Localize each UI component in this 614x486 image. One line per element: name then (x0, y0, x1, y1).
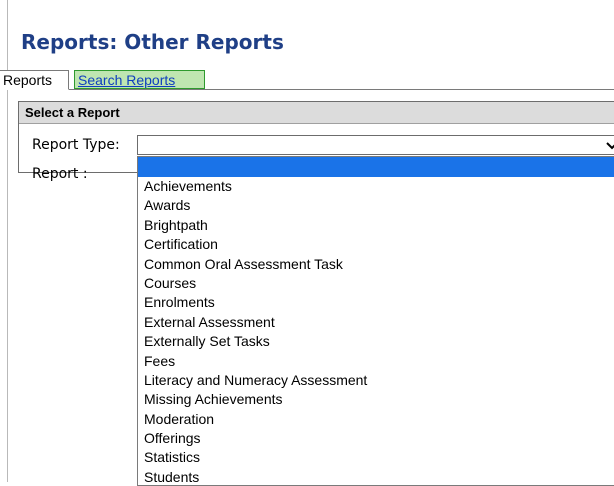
dropdown-option[interactable]: External Assessment (138, 313, 614, 332)
dropdown-option[interactable]: Moderation (138, 410, 614, 429)
panel-header: Select a Report (19, 102, 614, 124)
tab-search-reports[interactable]: Search Reports (74, 70, 205, 89)
dropdown-option[interactable]: Externally Set Tasks (138, 332, 614, 351)
report-type-label: Report Type: (32, 137, 120, 153)
dropdown-option[interactable]: Literacy and Numeracy Assessment (138, 371, 614, 390)
dropdown-option[interactable]: Awards (138, 196, 614, 215)
dropdown-option[interactable] (138, 157, 614, 177)
dropdown-option[interactable]: Offerings (138, 429, 614, 448)
dropdown-option[interactable]: Courses (138, 274, 614, 293)
dropdown-option[interactable]: Statistics (138, 448, 614, 467)
page-title: Reports: Other Reports (21, 30, 284, 54)
report-label: Report : (32, 166, 88, 182)
dropdown-option[interactable]: Students (138, 468, 614, 485)
dropdown-option[interactable]: Fees (138, 352, 614, 371)
dropdown-option[interactable]: Achievements (138, 177, 614, 196)
tab-divider (0, 89, 614, 90)
dropdown-option[interactable]: Common Oral Assessment Task (138, 255, 614, 274)
dropdown-option[interactable]: Brightpath (138, 216, 614, 235)
report-type-dropdown-list: Achievements Awards Brightpath Certificatio… (137, 156, 614, 486)
chevron-down-icon (606, 142, 614, 150)
tab-bar: Reports Search Reports (0, 70, 614, 90)
dropdown-option[interactable]: Certification (138, 235, 614, 254)
report-type-select[interactable] (137, 135, 614, 155)
tab-reports[interactable]: Reports (0, 70, 69, 90)
dropdown-option[interactable]: Enrolments (138, 293, 614, 312)
dropdown-option[interactable]: Missing Achievements (138, 390, 614, 409)
